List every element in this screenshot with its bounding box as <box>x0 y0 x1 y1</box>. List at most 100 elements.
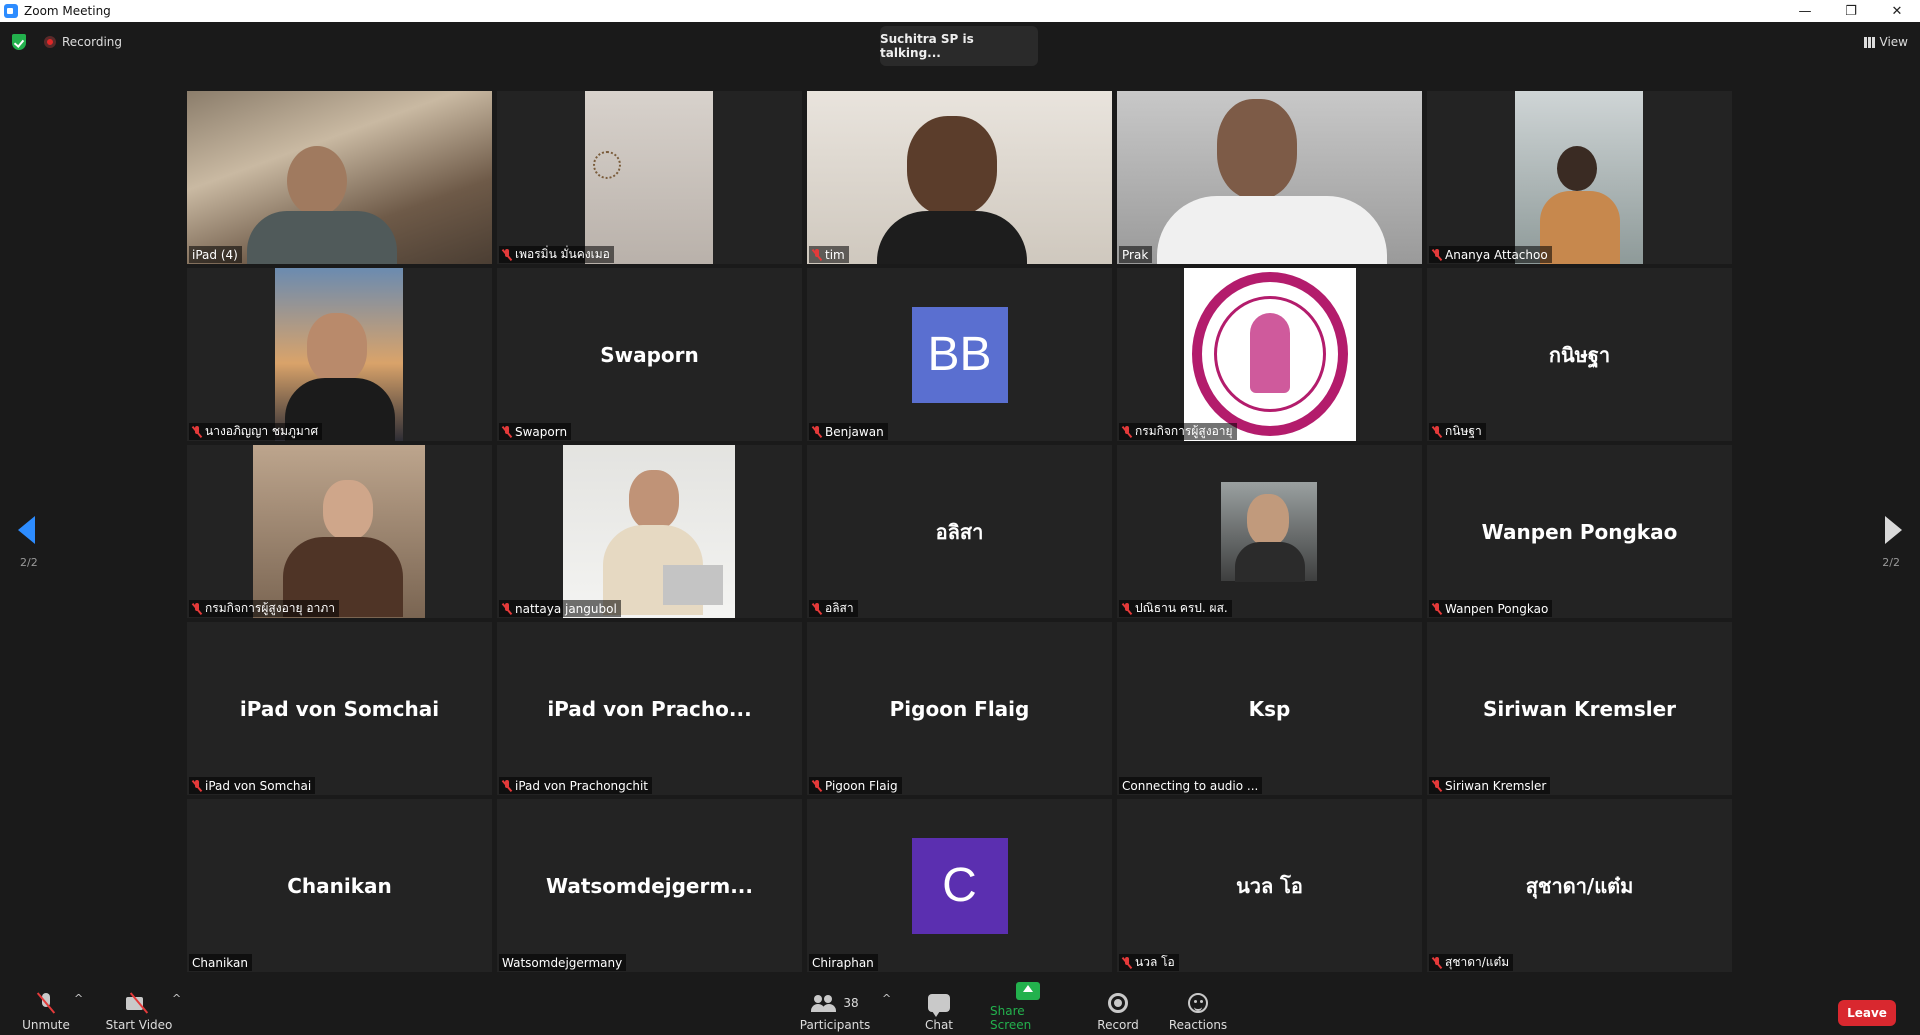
muted-mic-icon <box>1122 425 1132 438</box>
participant-tile[interactable]: Ananya Attachoo <box>1427 91 1732 264</box>
participant-tile[interactable]: Siriwan Kremsler Siriwan Kremsler <box>1427 622 1732 795</box>
view-button[interactable]: View <box>1863 35 1908 49</box>
participant-tile[interactable]: Ksp Connecting to audio ... <box>1117 622 1422 795</box>
participant-display-name: นวล โอ <box>1236 873 1303 898</box>
reactions-button[interactable]: Reactions <box>1168 980 1228 1035</box>
participant-name: กรมกิจการผู้สูงอายุ อาภา <box>205 601 335 615</box>
close-button[interactable]: ✕ <box>1874 0 1920 22</box>
participant-display-name: กนิษฐา <box>1548 342 1611 367</box>
chat-button[interactable]: Chat <box>918 980 960 1035</box>
participants-count: 38 <box>843 996 859 1010</box>
participant-display-name: Siriwan Kremsler <box>1482 696 1677 721</box>
participant-tile[interactable]: กนิษฐา กนิษฐา <box>1427 268 1732 441</box>
participant-display-name: iPad von Somchai <box>239 696 440 721</box>
chat-label: Chat <box>924 1018 954 1032</box>
muted-mic-icon <box>1432 425 1442 438</box>
participant-name-label: Siriwan Kremsler <box>1429 777 1551 794</box>
minimize-button[interactable]: — <box>1782 0 1828 22</box>
participant-tile[interactable]: กรมกิจการผู้สูงอายุ อาภา <box>187 445 492 618</box>
unmute-button[interactable]: Unmute <box>18 980 74 1035</box>
participant-name-label: Pigoon Flaig <box>809 777 902 794</box>
share-screen-icon <box>1016 981 1040 1000</box>
participant-name: Chanikan <box>192 955 248 970</box>
participant-name: Swaporn <box>515 424 568 439</box>
participant-name: เพอรมิ่น มั่นคงเมอ <box>515 247 610 261</box>
chat-bubble-icon <box>928 994 950 1017</box>
participant-display-name: Pigoon Flaig <box>889 696 1030 721</box>
meeting-toolbar: Unmute ^ Start Video ^ 38 Participants ^… <box>0 980 1920 1035</box>
participant-name-label: สุชาดา/แต๋ม <box>1429 954 1514 971</box>
participant-avatar: C <box>911 837 1008 934</box>
participant-tile[interactable]: C Chiraphan <box>807 799 1112 972</box>
video-options-caret[interactable]: ^ <box>172 992 181 1005</box>
participant-tile[interactable]: นางอภิญญา ชมภูมาศ <box>187 268 492 441</box>
participant-name-label: กรมกิจการผู้สูงอายุ อาภา <box>189 600 339 617</box>
participant-display-name: Chanikan <box>287 873 392 898</box>
record-icon <box>1108 993 1128 1013</box>
participant-tile[interactable]: อลิสา อลิสา <box>807 445 1112 618</box>
window-title: Zoom Meeting <box>24 4 111 18</box>
participant-tile[interactable]: Swaporn Swaporn <box>497 268 802 441</box>
participant-tile[interactable]: สุชาดา/แต๋ม สุชาดา/แต๋ม <box>1427 799 1732 972</box>
participant-name-label: Chiraphan <box>809 954 878 971</box>
participants-icon <box>811 993 837 1013</box>
participants-label: Participants <box>799 1018 871 1032</box>
view-label: View <box>1879 35 1908 49</box>
start-video-label: Start Video <box>105 1018 173 1032</box>
share-screen-button[interactable]: Share Screen <box>990 980 1066 1035</box>
participants-options-caret[interactable]: ^ <box>882 992 891 1005</box>
participant-tile[interactable]: BB Benjawan <box>807 268 1112 441</box>
participant-tile[interactable]: นวล โอ นวล โอ <box>1117 799 1422 972</box>
recording-dot-icon <box>44 36 56 48</box>
participants-button[interactable]: 38 Participants <box>800 980 870 1035</box>
participant-name-label: Swaporn <box>499 423 572 440</box>
next-page-arrow-icon[interactable] <box>1885 516 1902 544</box>
participant-name: สุชาดา/แต๋ม <box>1445 955 1510 969</box>
grid-view-icon <box>1863 36 1875 48</box>
participant-tile[interactable]: Chanikan Chanikan <box>187 799 492 972</box>
participant-video <box>253 445 425 618</box>
participant-name: Connecting to audio ... <box>1122 778 1259 793</box>
participant-tile[interactable]: iPad von Pracho... iPad von Prachongchit <box>497 622 802 795</box>
restore-button[interactable]: ❐ <box>1828 0 1874 22</box>
participant-name-label: Watsomdejgermany <box>499 954 627 971</box>
participant-name: Watsomdejgermany <box>502 955 623 970</box>
record-button[interactable]: Record <box>1094 980 1142 1035</box>
participant-display-name: Watsomdejgerm... <box>545 873 753 898</box>
previous-page-arrow-icon[interactable] <box>18 516 35 544</box>
participant-name: iPad (4) <box>192 247 238 262</box>
recording-indicator[interactable]: Recording <box>44 35 122 49</box>
participant-tile[interactable]: Prak <box>1117 91 1422 264</box>
participant-video <box>275 268 403 441</box>
participant-video <box>1184 268 1356 441</box>
participant-tile[interactable]: ปณิธาน ครป. ผส. <box>1117 445 1422 618</box>
meeting-stage: Recording Suchitra SP is talking... View… <box>0 22 1920 1035</box>
participant-name-label: iPad von Prachongchit <box>499 777 653 794</box>
security-shield-icon[interactable] <box>12 34 26 50</box>
participant-tile[interactable]: เพอรมิ่น มั่นคงเมอ <box>497 91 802 264</box>
muted-mic-icon <box>1432 779 1442 792</box>
participant-tile[interactable]: iPad von Somchai iPad von Somchai <box>187 622 492 795</box>
participant-tile[interactable]: Watsomdejgerm... Watsomdejgermany <box>497 799 802 972</box>
participant-display-name: iPad von Pracho... <box>547 696 752 721</box>
audio-options-caret[interactable]: ^ <box>74 992 83 1005</box>
reactions-label: Reactions <box>1168 1018 1228 1032</box>
participant-name: กนิษฐา <box>1445 424 1482 438</box>
start-video-button[interactable]: Start Video <box>104 980 174 1035</box>
leave-button[interactable]: Leave <box>1838 1000 1896 1026</box>
participant-name: นวล โอ <box>1135 955 1175 969</box>
participant-display-name: Ksp <box>1248 696 1291 721</box>
muted-microphone-icon <box>35 992 57 1014</box>
participant-tile[interactable]: tim <box>807 91 1112 264</box>
participant-tile[interactable]: iPad (4) <box>187 91 492 264</box>
muted-mic-icon <box>502 425 512 438</box>
participant-name-label: Wanpen Pongkao <box>1429 600 1553 617</box>
participant-tile[interactable]: Wanpen Pongkao Wanpen Pongkao <box>1427 445 1732 618</box>
muted-mic-icon <box>812 602 822 615</box>
muted-mic-icon <box>192 779 202 792</box>
participant-tile[interactable]: กรมกิจการผู้สูงอายุ <box>1117 268 1422 441</box>
muted-mic-icon <box>192 425 202 438</box>
participant-name: Wanpen Pongkao <box>1445 601 1549 616</box>
participant-tile[interactable]: nattaya jangubol <box>497 445 802 618</box>
participant-tile[interactable]: Pigoon Flaig Pigoon Flaig <box>807 622 1112 795</box>
